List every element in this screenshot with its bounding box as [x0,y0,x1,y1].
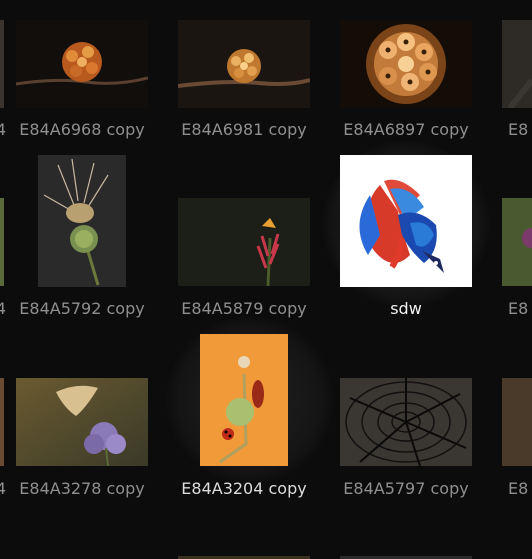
seedhead-plant-thumbnail[interactable] [38,155,126,287]
file-name-label: E84A6968 copy [19,120,145,139]
flower-on-branch-thumbnail[interactable] [178,20,310,108]
ladybugs-thumbnail[interactable] [200,334,288,466]
flower-on-branch-thumbnail[interactable] [16,20,148,108]
red-flower-thumbnail[interactable] [178,198,310,286]
partial-left-thumbnail[interactable] [0,378,4,466]
file-name-label: E84A3204 copy [181,479,307,498]
file-name-label: E84A5797 copy [343,479,469,498]
file-name-label: E84A3278 copy [19,479,145,498]
butterfly-thumbnail[interactable] [16,378,148,466]
file-name-label: E84A5879 copy [181,299,307,318]
file-name-label: E84A6897 copy [343,120,469,139]
file-name-label: sdw [390,299,422,318]
partial-left-thumbnail[interactable] [0,198,4,286]
betta-fish-thumbnail[interactable] [340,155,472,287]
partial-right-thumbnail[interactable] [502,198,532,286]
partial-left-thumbnail[interactable] [0,20,4,108]
partial-right-label: E8 [508,120,529,139]
partial-right-label: E8 [508,479,529,498]
wood-rings-thumbnail[interactable] [340,378,472,466]
partial-right-thumbnail[interactable] [502,20,532,108]
partial-right-label: E8 [508,299,529,318]
flower-closeup-thumbnail[interactable] [340,20,472,108]
file-name-label: E84A6981 copy [181,120,307,139]
file-explorer-thumbnail-grid: 4 E84A6968 copy E84A6981 copy E84A6897 c… [0,0,532,559]
file-name-label: E84A5792 copy [19,299,145,318]
partial-right-thumbnail[interactable] [502,378,532,466]
